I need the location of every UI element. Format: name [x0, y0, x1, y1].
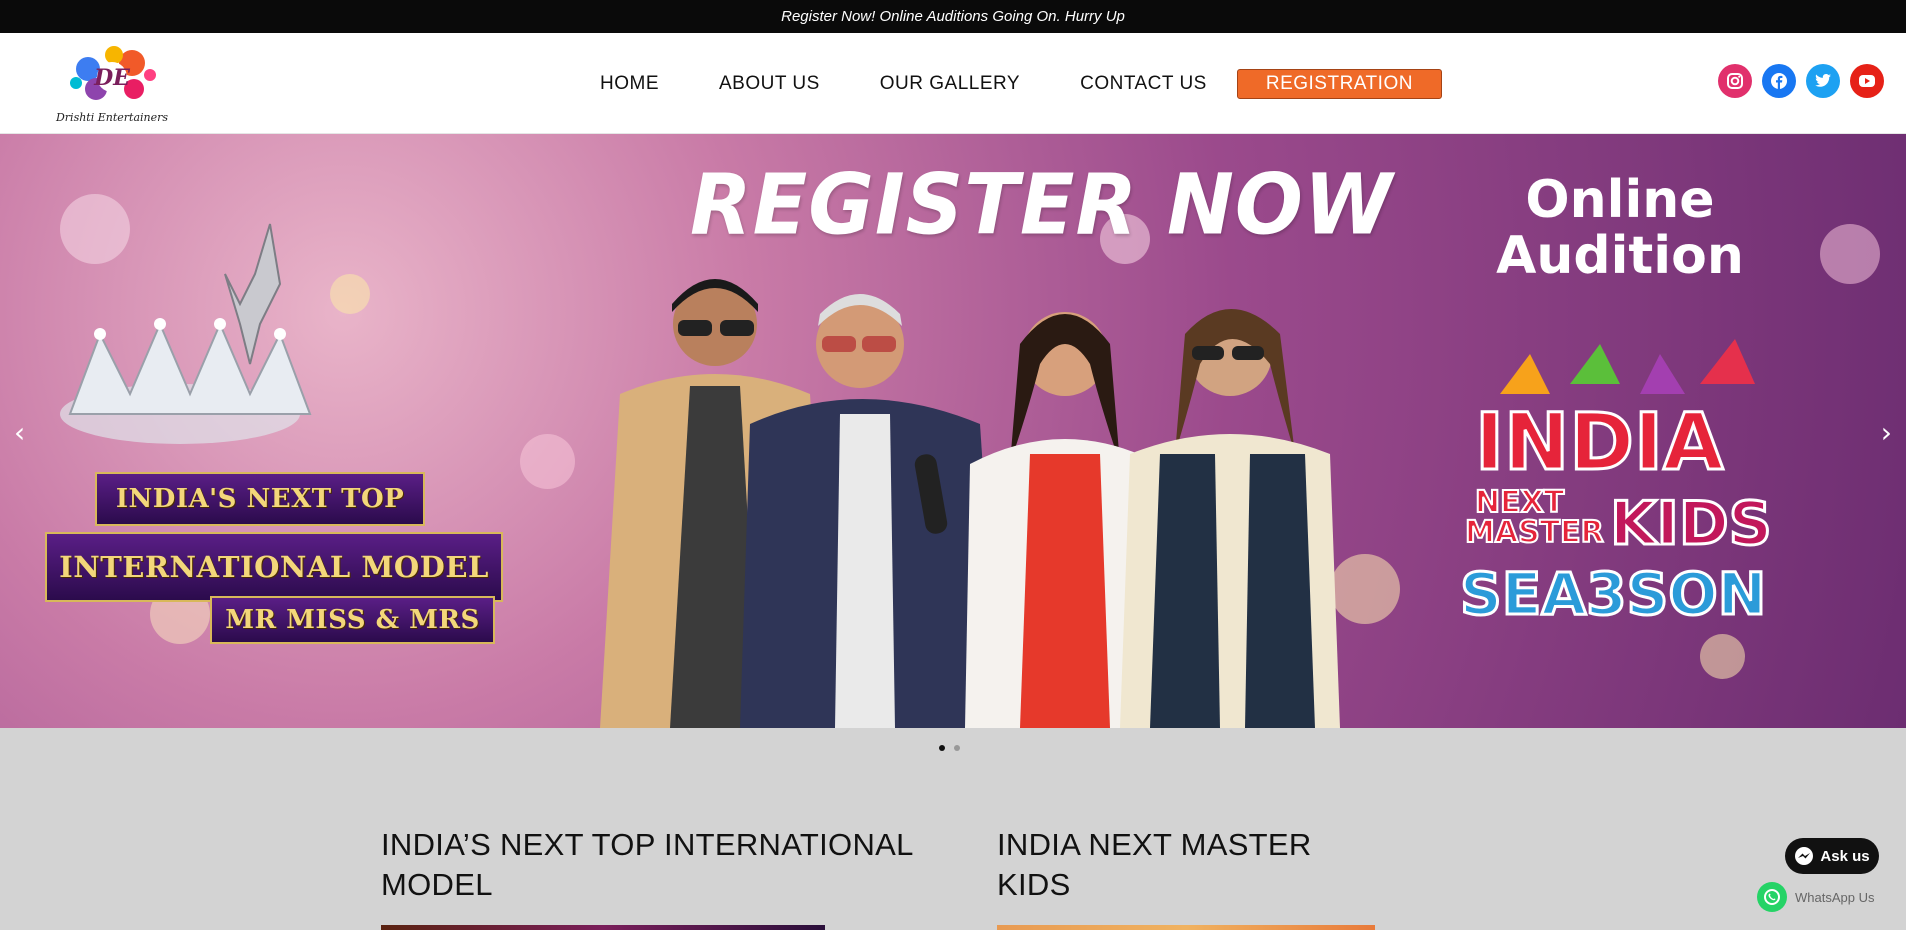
online-audition-line-2: Audition — [1496, 226, 1744, 286]
hero-title: REGISTER NOW — [690, 155, 1394, 254]
whatsapp-button[interactable]: WhatsApp Us — [1757, 882, 1874, 912]
messenger-icon — [1795, 847, 1814, 865]
whatsapp-label: WhatsApp Us — [1795, 889, 1875, 905]
slider-dot-2[interactable] — [954, 745, 960, 751]
site-header: DE Drishti Entertainers HOME ABOUT US OU… — [0, 33, 1906, 134]
kids-logo-india: INDIA — [1475, 398, 1723, 488]
slider-next-arrow-icon[interactable]: › — [1881, 416, 1892, 449]
kids-logo-kids: KIDS — [1610, 489, 1772, 559]
kids-logo-season: SEA3SON — [1460, 560, 1766, 628]
logo-text: Drishti Entertainers — [55, 111, 169, 124]
india-next-master-kids-logo: INDIA NEXT MASTER KIDS SEA3SON — [1460, 339, 1773, 630]
nav-our-gallery[interactable]: OUR GALLERY — [880, 73, 1020, 95]
registration-button[interactable]: REGISTRATION — [1236, 69, 1442, 99]
nav-contact-us[interactable]: CONTACT US — [1080, 73, 1207, 95]
facebook-icon[interactable] — [1762, 64, 1796, 98]
nav-about-us[interactable]: ABOUT US — [719, 73, 820, 95]
card-title-top-model-line-1: INDIA’S NEXT TOP INTERNATIONAL — [381, 827, 914, 862]
logo-mark: DE — [93, 65, 131, 91]
youtube-icon[interactable] — [1850, 64, 1884, 98]
card-title-master-kids-line-1: INDIA NEXT MASTER — [997, 827, 1312, 862]
banner-line-3: MR MISS & MRS — [210, 596, 495, 644]
whatsapp-icon — [1757, 882, 1787, 912]
slider-dot-1[interactable] — [939, 745, 945, 751]
nav-home[interactable]: HOME — [600, 73, 659, 95]
instagram-icon[interactable] — [1718, 64, 1752, 98]
card-title-top-model[interactable]: INDIA’S NEXT TOP INTERNATIONAL MODEL — [381, 825, 914, 905]
messenger-ask-button[interactable]: Ask us — [1785, 838, 1879, 874]
announcement-text: Register Now! Online Auditions Going On.… — [781, 8, 1125, 25]
messenger-ask-label: Ask us — [1820, 847, 1870, 865]
kids-logo-master: MASTER — [1465, 515, 1604, 550]
site-logo[interactable]: DE Drishti Entertainers — [52, 39, 172, 129]
social-links — [1718, 64, 1884, 98]
announcement-bar: Register Now! Online Auditions Going On.… — [0, 0, 1906, 33]
hosts-photo-right — [965, 309, 1340, 728]
slider-prev-arrow-icon[interactable]: ‹ — [14, 416, 25, 449]
card-image-master-kids[interactable] — [997, 925, 1375, 930]
logo-splash-icon: DE — [70, 46, 156, 103]
card-image-top-model[interactable] — [381, 925, 825, 930]
banner-line-2: INTERNATIONAL MODEL — [45, 532, 503, 602]
banner-line-1: INDIA'S NEXT TOP — [95, 472, 425, 526]
slider-pagination — [939, 745, 960, 751]
twitter-icon[interactable] — [1806, 64, 1840, 98]
online-audition-text: Online Audition — [1495, 172, 1745, 284]
crown-trophy-icon — [60, 223, 312, 444]
online-audition-line-1: Online — [1525, 170, 1715, 230]
card-title-master-kids-line-2: KIDS — [997, 867, 1071, 902]
main-nav: HOME ABOUT US OUR GALLERY CONTACT US REG… — [600, 69, 1442, 99]
card-title-master-kids[interactable]: INDIA NEXT MASTER KIDS — [997, 825, 1312, 905]
hero-slider[interactable]: INDIA'S NEXT TOP INTERNATIONAL MODEL MR … — [0, 134, 1906, 728]
card-title-top-model-line-2: MODEL — [381, 867, 493, 902]
